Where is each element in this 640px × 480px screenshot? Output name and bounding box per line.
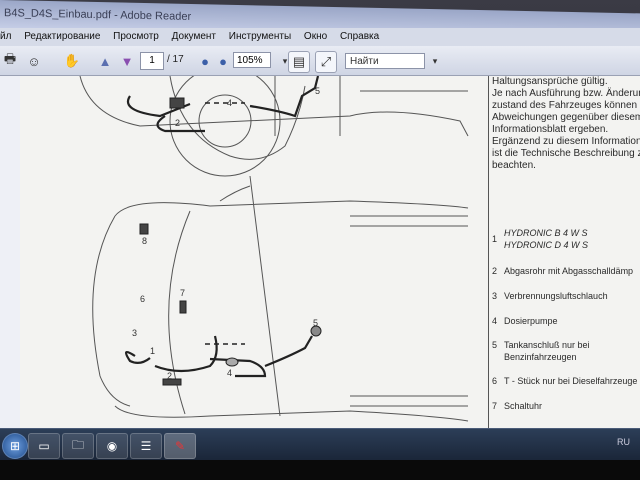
zoom-in-icon[interactable]: ● [213, 51, 233, 71]
legend-num-4: 4 [492, 316, 498, 326]
info-line-2: Je nach Ausführung bzw. Änderun [492, 88, 640, 99]
column-divider [488, 76, 489, 428]
info-line-1: Haltungsansprüche gültig. [492, 76, 608, 87]
monitor-bezel [0, 460, 640, 480]
screen: B4S_D4S_Einbau.pdf - Adobe Reader йл Ред… [0, 0, 640, 480]
language-indicator[interactable]: RU [617, 437, 630, 447]
menu-view[interactable]: Просмотр [113, 28, 159, 46]
legend-num-1: 1 [492, 234, 498, 244]
info-line-8: beachten. [492, 160, 536, 171]
diagram-label-2-top: 2 [175, 118, 181, 128]
zoom-out-icon[interactable]: ● [195, 51, 215, 71]
diagram-label-2: 2 [167, 371, 173, 381]
legend-num-5: 5 [492, 340, 498, 350]
toolbar: 🖶 ☺ ✋ ▲ ▼ 1 / 17 ● ● 105% ▾ ▤ ⤢ Найти ▾ [0, 46, 640, 76]
info-line-4: Abweichungen gegenüber diesem [492, 112, 640, 123]
legend-text-2: Abgasrohr mit Abgasschalldämp [504, 266, 634, 276]
chrome-icon[interactable]: ◉ [96, 433, 128, 459]
menu-help[interactable]: Справка [340, 28, 379, 46]
adobe-reader-icon[interactable]: ✎ [164, 433, 196, 459]
document-area[interactable]: 2 4 5 8 6 7 3 1 2 4 5 Haltungsansprüche … [20, 76, 640, 428]
hand-tool-icon[interactable]: ✋ [62, 51, 82, 71]
start-button-icon[interactable]: ⊞ [2, 433, 28, 459]
menu-tools[interactable]: Инструменты [229, 28, 291, 46]
legend-text-5a: Tankanschluß nur bei [504, 340, 590, 350]
diagram-label-1: 1 [150, 346, 156, 356]
search-dropdown-icon[interactable]: ▾ [425, 51, 445, 71]
diagram-label-7: 7 [180, 288, 186, 298]
fit-width-icon[interactable]: ⤢ [315, 51, 337, 73]
menu-window[interactable]: Окно [304, 28, 327, 46]
fit-page-icon[interactable]: ▤ [288, 51, 310, 73]
info-line-3: zustand des Fahrzeuges können s [492, 100, 640, 111]
print-icon[interactable]: 🖶 [0, 51, 20, 71]
info-line-7: ist die Technische Beschreibung z [492, 148, 640, 159]
menu-edit[interactable]: Редактирование [24, 28, 100, 46]
legend-num-3: 3 [492, 291, 498, 301]
legend-num-2: 2 [492, 266, 498, 276]
zoom-select[interactable]: 105% [233, 52, 271, 68]
next-page-icon[interactable]: ▼ [117, 51, 137, 71]
page-total: / 17 [167, 54, 184, 65]
search-input[interactable]: Найти [345, 53, 425, 69]
previous-page-icon[interactable]: ▲ [95, 51, 115, 71]
app-stack-icon[interactable]: ☰ [130, 433, 162, 459]
explorer-icon[interactable]: 🗀 [62, 433, 94, 459]
legend-text-3: Verbrennungsluftschlauch [504, 291, 608, 301]
installation-diagram [79, 76, 469, 422]
legend-text-7: Schaltuhr [504, 401, 543, 411]
legend-text-1a: HYDRONIC B 4 W S [504, 228, 588, 238]
info-line-6: Ergänzend zu diesem Informationen [492, 136, 640, 147]
taskbar: ⊞ ▭ 🗀 ◉ ☰ ✎ RU [0, 428, 640, 461]
diagram-label-3: 3 [132, 328, 138, 338]
menu-file[interactable]: йл [0, 28, 11, 46]
legend-num-7: 7 [492, 401, 498, 411]
legend-num-6: 6 [492, 376, 498, 386]
menu-document[interactable]: Документ [172, 28, 216, 46]
diagram-label-4-top: 4 [227, 98, 233, 108]
diagram-label-5: 5 [313, 318, 319, 328]
window-title: B4S_D4S_Einbau.pdf - Adobe Reader [4, 7, 192, 24]
menu-bar: йл Редактирование Просмотр Документ Инст… [0, 28, 640, 46]
page-number-input[interactable]: 1 [140, 52, 164, 70]
diagram-label-6: 6 [140, 294, 146, 304]
legend-text-4: Dosierpumpe [504, 316, 558, 326]
legend-text-5b: Benzinfahrzeugen [504, 352, 577, 362]
legend-text-6: T - Stück nur bei Dieselfahrzeuge [504, 376, 638, 386]
pdf-page: 2 4 5 8 6 7 3 1 2 4 5 Haltungsansprüche … [20, 76, 640, 428]
desktop-icon[interactable]: ▭ [28, 433, 60, 459]
navigation-panel[interactable] [0, 76, 21, 428]
info-line-5: Informationsblatt ergeben. [492, 124, 609, 135]
legend-text-1b: HYDRONIC D 4 W S [504, 240, 589, 250]
diagram-label-4: 4 [227, 368, 233, 378]
collaborate-icon[interactable]: ☺ [24, 51, 44, 71]
diagram-label-5-top: 5 [315, 86, 321, 96]
diagram-label-8: 8 [142, 236, 148, 246]
